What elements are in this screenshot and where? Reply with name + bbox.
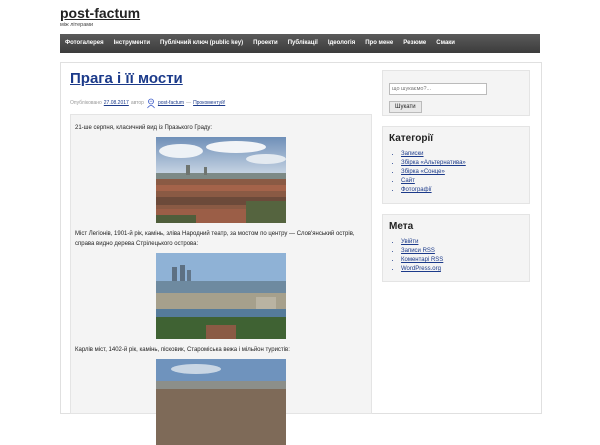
list-item: Збірка «Альтернатива» (401, 159, 523, 168)
meta-link-entries-rss[interactable]: Записи RSS (401, 248, 435, 254)
nav-item-photogallery[interactable]: Фотогалерея (60, 34, 109, 53)
photo-legion-bridge[interactable] (156, 253, 286, 339)
post-title[interactable]: Прага і її мости (70, 70, 372, 88)
meta-author-prefix: автор (130, 100, 144, 106)
category-link-site[interactable]: Сайт (401, 178, 415, 184)
author-avatar-icon[interactable] (145, 97, 156, 109)
site-description: між літерами (60, 22, 94, 28)
category-link-photos[interactable]: Фотографії (401, 187, 432, 193)
site-header: post-factum між літерами (60, 5, 140, 28)
nav-item-resume[interactable]: Резюме (398, 34, 431, 53)
categories-list: Записки Збірка «Альтернатива» Збірка «Со… (389, 150, 523, 195)
list-item: Коментарі RSS (401, 256, 523, 265)
category-link-notes[interactable]: Записки (401, 151, 424, 157)
list-item: Збірка «Сонце» (401, 168, 523, 177)
categories-title: Категорії (389, 133, 434, 144)
list-item: Записки (401, 150, 523, 159)
photo-charles-bridge[interactable] (156, 359, 286, 445)
post-meta: Опубліковано 27.08.2017 автор post-factu… (70, 96, 372, 110)
nav-item-tools[interactable]: Інструменти (109, 34, 155, 53)
list-item: Фотографії (401, 186, 523, 195)
meta-link-wordpress[interactable]: WordPress.org (401, 266, 441, 272)
category-link-alternative[interactable]: Збірка «Альтернатива» (401, 160, 466, 166)
meta-comment-link[interactable]: Прокоментуй! (193, 100, 225, 106)
search-button[interactable]: Шукати (389, 101, 422, 113)
nav-item-publications[interactable]: Публікації (283, 34, 323, 53)
search-input[interactable] (389, 83, 487, 95)
list-item: WordPress.org (401, 265, 523, 274)
nav-item-about[interactable]: Про мене (360, 34, 398, 53)
post-paragraph: Міст Легіонів, 1901-й рік, камінь, зліва… (75, 231, 355, 247)
meta-list: Увійти Записи RSS Коментарі RSS WordPres… (389, 238, 523, 274)
photo-prague-castle-view[interactable] (156, 137, 286, 223)
meta-link-login[interactable]: Увійти (401, 239, 418, 245)
nav-item-tastes[interactable]: Смаки (431, 34, 460, 53)
search-widget: Шукати (382, 70, 530, 116)
meta-author-link[interactable]: post-factum (158, 100, 184, 106)
post-paragraph: Карлів міст, 1402-й рік, камінь, піскови… (75, 347, 290, 353)
meta-date-link[interactable]: 27.08.2017 (104, 100, 129, 106)
meta-link-comments-rss[interactable]: Коментарі RSS (401, 257, 443, 263)
meta-published-label: Опубліковано (70, 100, 102, 106)
main-nav: Фотогалерея Інструменти Публічний ключ (… (60, 34, 540, 53)
nav-item-public-key[interactable]: Публічний ключ (public key) (155, 34, 248, 53)
post-paragraph: 21-ше серпня, класичний вид із Празького… (75, 125, 213, 131)
nav-item-projects[interactable]: Проекти (248, 34, 283, 53)
post-body: 21-ше серпня, класичний вид із Празького… (70, 114, 372, 445)
list-item: Сайт (401, 177, 523, 186)
categories-widget: Категорії Записки Збірка «Альтернатива» … (382, 126, 530, 204)
meta-title: Мета (389, 221, 414, 232)
sidebar: Шукати Категорії Записки Збірка «Альтерн… (382, 70, 530, 292)
meta-widget: Мета Увійти Записи RSS Коментарі RSS Wor… (382, 214, 530, 282)
post-header: Прага і її мости Опубліковано 27.08.2017… (70, 70, 372, 110)
list-item: Увійти (401, 238, 523, 247)
nav-item-ideology[interactable]: Ідеологія (323, 34, 360, 53)
list-item: Записи RSS (401, 247, 523, 256)
meta-separator: — (186, 100, 192, 106)
site-title[interactable]: post-factum (60, 5, 140, 21)
category-link-sun[interactable]: Збірка «Сонце» (401, 169, 445, 175)
